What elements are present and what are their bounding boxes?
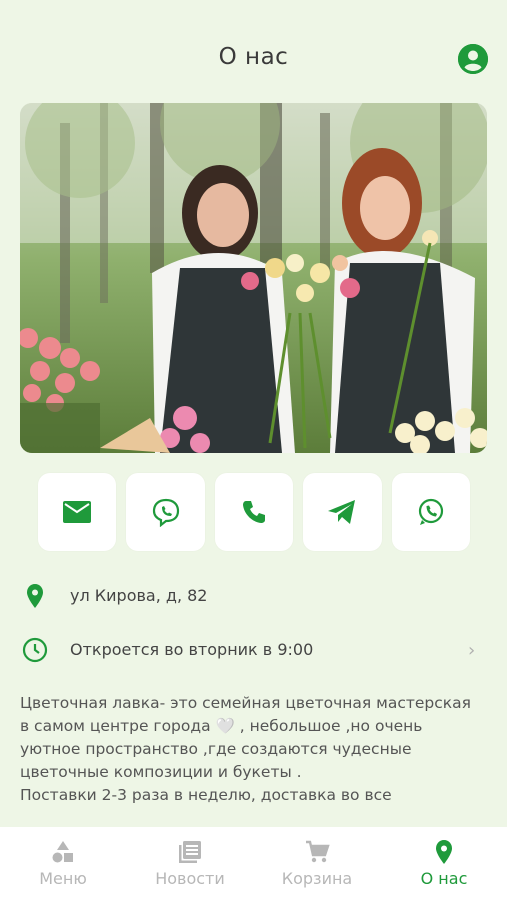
page-title: О нас	[218, 44, 289, 70]
description-text: Цветочная лавка- это семейная цветочная …	[20, 694, 471, 781]
phone-button[interactable]	[214, 473, 294, 551]
hero-photo	[20, 103, 487, 453]
tab-about-label: О нас	[420, 869, 468, 888]
tab-about[interactable]: О нас	[381, 827, 507, 900]
address-text: ул Кирова, д, 82	[70, 586, 208, 605]
viber-icon	[152, 498, 179, 527]
tab-news[interactable]: Новости	[127, 827, 253, 900]
account-circle-icon[interactable]	[458, 44, 488, 74]
telegram-icon	[328, 500, 356, 524]
hours-row[interactable]: Откроется во вторник в 9:00 ›	[0, 630, 507, 670]
contact-buttons	[38, 473, 471, 551]
location-pin-icon	[27, 584, 43, 608]
clock-icon	[22, 637, 48, 663]
news-icon	[179, 841, 201, 863]
mail-icon	[63, 501, 92, 523]
header: О нас	[0, 0, 507, 110]
hours-text: Откроется во вторник в 9:00	[70, 640, 314, 659]
tab-cart[interactable]: Корзина	[254, 827, 380, 900]
whatsapp-icon	[418, 498, 443, 525]
phone-icon	[243, 501, 266, 523]
bottom-tab-bar: Меню Новости Корзина О нас	[0, 827, 507, 900]
telegram-button[interactable]	[303, 473, 382, 551]
email-button[interactable]	[38, 473, 117, 551]
tab-news-label: Новости	[155, 869, 225, 888]
shapes-icon	[52, 841, 73, 863]
tab-cart-label: Корзина	[281, 869, 353, 888]
viber-button[interactable]	[126, 473, 205, 551]
whatsapp-button[interactable]	[391, 473, 471, 551]
description-text-2: Поставки 2-3 раза в неделю, доставка во …	[20, 786, 392, 804]
cart-icon	[306, 840, 330, 863]
chevron-right-icon: ›	[468, 640, 476, 661]
tab-menu[interactable]: Меню	[0, 827, 126, 900]
description: Цветочная лавка- это семейная цветочная …	[20, 692, 480, 827]
address-row[interactable]: ул Кирова, д, 82	[0, 576, 507, 616]
location-pin-icon	[436, 840, 452, 864]
tab-menu-label: Меню	[39, 869, 87, 888]
